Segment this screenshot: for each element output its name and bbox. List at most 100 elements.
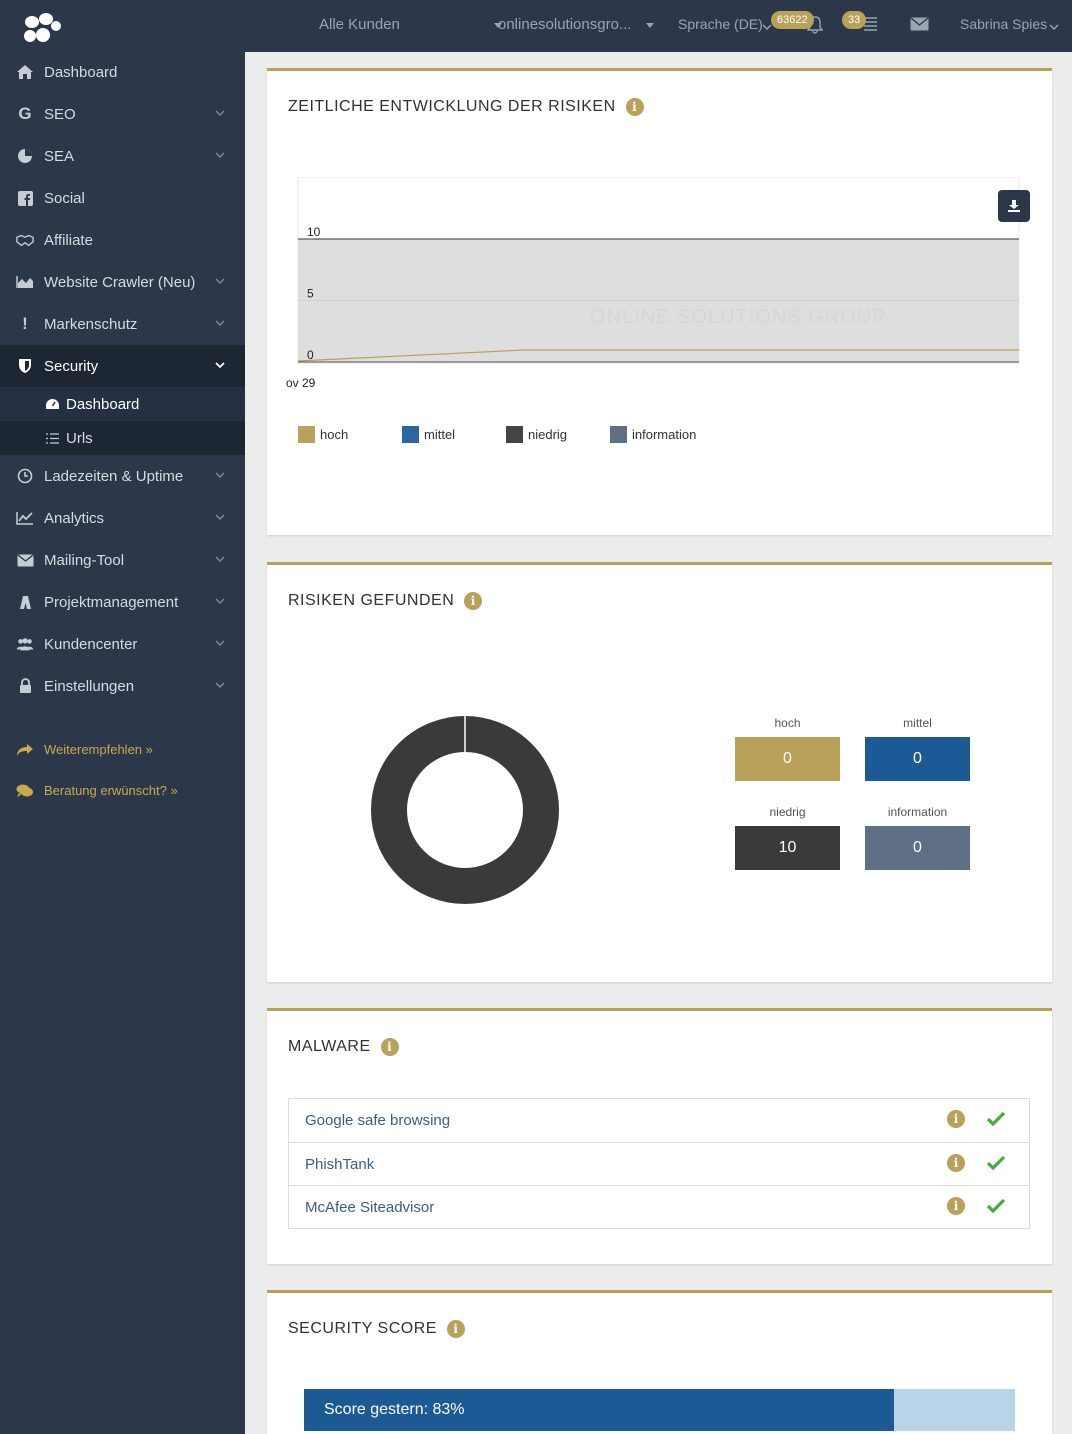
sidebar-item-social[interactable]: Social [0, 177, 245, 219]
risk-timeline-card: ZEITLICHE ENTWICKLUNG DER RISIKEN i 10 5 0… [267, 68, 1052, 535]
chevron-down-icon [215, 472, 225, 478]
sidebar-item-dashboard[interactable]: Dashboard [0, 51, 245, 93]
check-icon [987, 1198, 1005, 1214]
sidebar-item-label: Dashboard [44, 63, 118, 81]
language-label: Sprache (DE) [678, 16, 763, 32]
sidebar-item-label: Ladezeiten & Uptime [44, 467, 184, 485]
chevron-down-icon [215, 320, 225, 326]
info-icon[interactable]: i [464, 592, 483, 610]
sidebar-item-projektmanagement[interactable]: Projektmanagement [0, 581, 245, 623]
subnav-item-label: Urls [66, 429, 93, 447]
x-tick-label: ov 29 [286, 376, 316, 390]
risks-found-title: RISIKEN GEFUNDEN [288, 592, 455, 609]
risk-box-information[interactable]: 0 [865, 826, 970, 870]
risk-label-information: information [887, 805, 948, 819]
sidebar-item-website-crawler[interactable]: Website Crawler (Neu) [0, 261, 245, 303]
sidebar-item-label: Website Crawler (Neu) [44, 273, 196, 291]
risk-timeline-title: ZEITLICHE ENTWICKLUNG DER RISIKEN [288, 98, 616, 115]
malware-row-label: McAfee Siteadvisor [305, 1198, 435, 1216]
sidebar-item-ladezeiten[interactable]: Ladezeiten & Uptime [0, 455, 245, 497]
subnav-item-dashboard[interactable]: Dashboard [0, 387, 245, 421]
malware-row-mcafee[interactable]: McAfee Siteadvisor i [289, 1185, 1029, 1228]
envelope-icon [16, 551, 34, 569]
language-select[interactable]: Sprache (DE) [678, 16, 763, 32]
malware-row-phishtank[interactable]: PhishTank i [289, 1142, 1029, 1185]
dashboard-icon [44, 396, 60, 412]
users-icon [16, 635, 34, 653]
user-name: Sabrina Spies [960, 16, 1048, 32]
user-menu[interactable]: Sabrina Spies [960, 16, 1047, 32]
legend-label: niedrig [528, 427, 568, 442]
sidebar-item-einstellungen[interactable]: Einstellungen [0, 665, 245, 707]
sidebar-item-seo[interactable]: G SEO [0, 93, 245, 135]
sidebar-item-label: Einstellungen [44, 677, 135, 695]
info-icon[interactable]: i [947, 1154, 965, 1172]
sidebar-item-security[interactable]: Security [0, 345, 245, 387]
info-icon[interactable]: i [380, 1038, 399, 1056]
sidebar-item-analytics[interactable]: Analytics [0, 497, 245, 539]
clock-icon [16, 467, 34, 485]
security-score-fill: Score gestern: 83% [304, 1389, 895, 1431]
sidebar: Dashboard G SEO SEA Social Affiliate Web… [0, 0, 245, 1434]
chevron-down-icon [1049, 24, 1059, 30]
comments-icon [16, 784, 34, 798]
risks-donut-chart [371, 716, 559, 904]
risk-label-mittel: mittel [903, 716, 932, 730]
consult-link[interactable]: Beratung erwünscht? » [0, 770, 245, 811]
malware-title: MALWARE [288, 1038, 371, 1055]
risk-box-niedrig[interactable]: 10 [735, 826, 840, 870]
sidebar-item-markenschutz[interactable]: ! Markenschutz [0, 303, 245, 345]
card-title: RISIKEN GEFUNDEN i [288, 592, 483, 610]
recommend-link[interactable]: Weiterempfehlen » [0, 729, 245, 770]
risk-label-niedrig: niedrig [769, 805, 806, 819]
subnav-item-urls[interactable]: Urls [0, 421, 245, 455]
legend-item-information[interactable]: information [610, 426, 696, 443]
check-icon [987, 1155, 1005, 1171]
company-logo[interactable] [20, 10, 66, 46]
notifications-badge: 63622 [771, 11, 814, 29]
customer-select[interactable]: Alle Kunden [319, 16, 503, 33]
info-icon[interactable]: i [625, 98, 644, 116]
legend-swatch [610, 426, 627, 443]
sidebar-item-kundencenter[interactable]: Kundencenter [0, 623, 245, 665]
legend-item-niedrig[interactable]: niedrig [506, 426, 567, 443]
security-subnav: Dashboard Urls [0, 387, 245, 455]
malware-card: MALWARE i Google safe browsing i PhishTa… [267, 1008, 1052, 1264]
sidebar-item-label: SEA [44, 147, 75, 165]
chevron-down-icon [215, 598, 225, 604]
legend-swatch [506, 426, 523, 443]
caret-down-icon [645, 22, 654, 28]
info-icon[interactable]: i [446, 1320, 465, 1338]
y-tick-label: 10 [307, 225, 321, 239]
list-icon [44, 430, 60, 446]
legend-item-mittel[interactable]: mittel [402, 426, 455, 443]
subnav-item-label: Dashboard [66, 395, 140, 413]
security-score-title: SECURITY SCORE [288, 1320, 437, 1337]
info-icon[interactable]: i [947, 1110, 965, 1128]
sidebar-item-affiliate[interactable]: Affiliate [0, 219, 245, 261]
malware-row-google[interactable]: Google safe browsing i [289, 1099, 1029, 1142]
project-select[interactable]: onlinesolutionsgro... [498, 16, 654, 33]
sidebar-item-label: Projektmanagement [44, 593, 179, 611]
card-title: MALWARE i [288, 1038, 399, 1056]
donut-slice-niedrig[interactable] [371, 716, 559, 904]
chevron-down-icon [215, 514, 225, 520]
exclamation-icon: ! [22, 314, 28, 333]
legend-item-hoch[interactable]: hoch [298, 426, 348, 443]
sidebar-item-label: SEO [44, 105, 76, 123]
malware-list: Google safe browsing i PhishTank i McAfe… [288, 1098, 1030, 1229]
card-title: SECURITY SCORE i [288, 1320, 465, 1338]
security-score-bar: Score gestern: 83% [304, 1389, 1015, 1431]
info-icon[interactable]: i [947, 1197, 965, 1215]
sidebar-item-mailing-tool[interactable]: Mailing-Tool [0, 539, 245, 581]
envelope-icon[interactable] [910, 17, 929, 31]
download-icon [1008, 200, 1020, 212]
risk-box-hoch[interactable]: 0 [735, 737, 840, 781]
top-bar: Alle Kunden onlinesolutionsgro... Sprach… [245, 0, 1072, 52]
sidebar-item-label: Markenschutz [44, 315, 138, 333]
download-button[interactable] [998, 190, 1030, 222]
legend-swatch [402, 426, 419, 443]
risk-box-mittel[interactable]: 0 [865, 737, 970, 781]
card-title: ZEITLICHE ENTWICKLUNG DER RISIKEN i [288, 98, 644, 116]
sidebar-item-sea[interactable]: SEA [0, 135, 245, 177]
